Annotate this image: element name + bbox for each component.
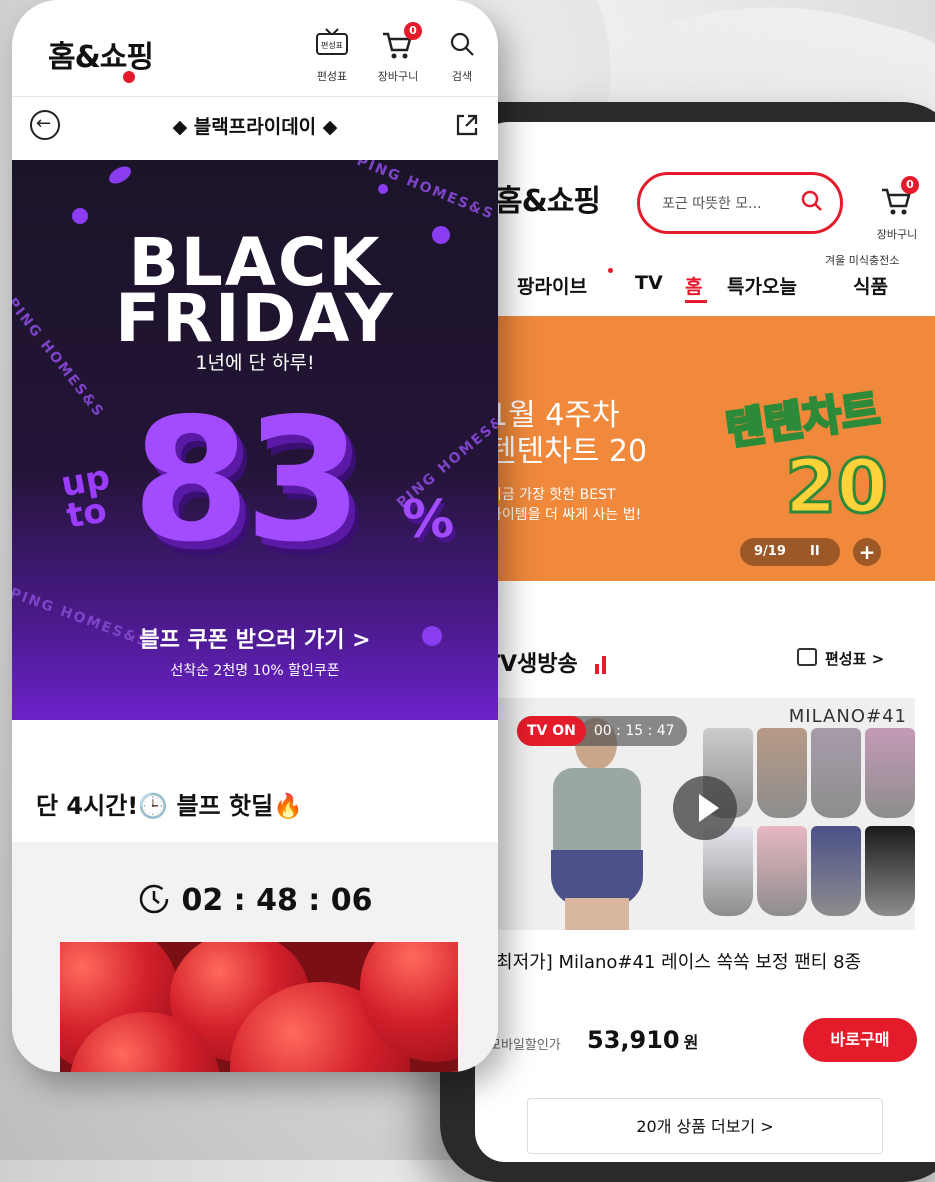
banner-artwork: 텐텐차트 20 (721, 383, 915, 536)
category-nav: 겨울 미식충전소 표 팡라이브 TV 홈 특가오늘 식품 (475, 252, 935, 312)
buy-now-button[interactable]: 바로구매 (803, 1018, 917, 1062)
new-dot (608, 268, 613, 273)
play-icon[interactable] (673, 776, 737, 840)
price-value: 53,910 (587, 1026, 680, 1054)
nav-item-tv[interactable]: TV (635, 272, 663, 294)
app-header: 홈&쇼핑 포근 따뜻한 모... 0 장바구니 (475, 142, 935, 252)
logo-text: 홈&쇼핑 (48, 40, 154, 75)
plus-icon[interactable]: + (853, 538, 881, 566)
price-label: 모바일할인가 (489, 1038, 561, 1053)
tv-on-badge: TV ON (517, 716, 586, 746)
product-brand: MILANO#41 (788, 706, 907, 727)
left-phone-screen: 홈&쇼핑 편성표 편성표 0 장바구니 검색 ◆ 블랙프라이데이 ◆ (12, 0, 498, 1072)
cart-badge: 0 (901, 176, 919, 194)
hotdeal-title: 단 4시간!🕒 블프 핫딜🔥 (36, 792, 304, 820)
mannequin (757, 728, 807, 818)
cart-label: 장바구니 (377, 70, 419, 83)
product-price: 53,910 원 (587, 1026, 698, 1054)
live-section-title: TV생방송 (485, 652, 578, 677)
tv-schedule-label: 편성표 (316, 70, 348, 83)
hero-percent: % (402, 490, 455, 550)
page-title: ◆ 블랙프라이데이 ◆ (172, 116, 338, 138)
mannequin (811, 728, 861, 818)
app-logo[interactable]: 홈&쇼핑 (495, 176, 601, 220)
mannequin (757, 826, 807, 916)
share-icon[interactable] (454, 112, 480, 138)
timer-value: 02 : 48 : 06 (181, 883, 373, 918)
coupon-sub: 선착순 2천명 10% 할인쿠폰 (170, 663, 340, 679)
hero-up-to: up to (58, 457, 113, 537)
tv-icon-text: 편성표 (321, 40, 343, 50)
black-friday-hero[interactable]: PING HOMES&S PING HOMES&S PING HOMES&S P… (12, 160, 498, 720)
hero-subtitle: 1년에 단 하루! (195, 352, 315, 374)
banner-title-line2: 텐텐차트 20 (489, 434, 648, 469)
live-time: 00 : 15 : 47 (593, 723, 675, 739)
calendar-icon (797, 648, 817, 666)
hero-friday: FRIDAY (115, 280, 395, 357)
nav-item-live[interactable]: 팡라이브 (517, 272, 587, 299)
coupon-cta[interactable]: 블프 쿠폰 받으러 가기 > (12, 622, 498, 654)
nav-hint: 겨울 미식충전소 (825, 254, 900, 267)
live-bars-icon (595, 654, 615, 674)
more-products-button[interactable]: 20개 상품 더보기 > (527, 1098, 883, 1154)
logo-text: 홈&쇼핑 (495, 184, 601, 219)
nav-item-home[interactable]: 홈 (685, 272, 702, 299)
active-tab-indicator (685, 300, 707, 303)
nav-item-deals[interactable]: 특가오늘 (727, 272, 797, 299)
nav-item-food[interactable]: 식품 (853, 272, 888, 299)
search-label: 검색 (451, 70, 473, 83)
cart-badge: 0 (404, 22, 422, 40)
pause-icon[interactable]: II (810, 538, 820, 566)
header-divider (12, 96, 498, 97)
mannequin (811, 826, 861, 916)
banner-art-number: 20 (784, 443, 890, 532)
app-logo[interactable]: 홈&쇼핑 (48, 32, 165, 83)
banner-pager[interactable]: 9/19 II (740, 538, 840, 566)
banner-sub-line2: 아이템을 더 싸게 사는 법! (489, 507, 642, 523)
live-status: TV ON 00 : 15 : 47 (517, 716, 687, 746)
cart-label: 장바구니 (876, 228, 918, 241)
live-video-player[interactable]: MILANO#41 TV ON 00 : 15 : 47 (485, 698, 915, 930)
deco-ball (378, 184, 388, 194)
cart-button[interactable]: 0 장바구니 (867, 174, 927, 244)
product-image-apples[interactable] (60, 942, 458, 1072)
model-image (525, 718, 665, 930)
product-title[interactable]: [최저가] Milano#41 레이스 쏙쏙 보정 팬티 8종 (489, 948, 919, 978)
search-placeholder: 포근 따뜻한 모... (662, 196, 762, 212)
search-bar[interactable]: 포근 따뜻한 모... (637, 172, 843, 234)
countdown-timer: 02 : 48 : 06 (12, 882, 498, 918)
search-icon[interactable] (800, 189, 824, 213)
ribbon-text: PING HOMES&S (354, 160, 497, 223)
clock-icon (140, 884, 169, 914)
search-icon (450, 32, 474, 56)
mannequin (865, 728, 915, 818)
right-phone-screen: 홈&쇼핑 포근 따뜻한 모... 0 장바구니 겨울 미식충전소 표 팡라이브 (475, 122, 935, 1162)
promo-banner[interactable]: 1월 4주차 텐텐차트 20 지금 가장 핫한 BEST 아이템을 더 싸게 사… (475, 316, 935, 581)
price-unit: 원 (683, 1033, 699, 1052)
tv-schedule-icon: 편성표 (316, 28, 348, 55)
deco-ball (106, 162, 134, 188)
banner-sub-line1: 지금 가장 핫한 BEST (489, 487, 616, 503)
pager-count: 9/19 (754, 544, 786, 559)
mannequin (865, 826, 915, 916)
schedule-link[interactable]: 편성표 > (825, 648, 884, 669)
deco-ball (72, 208, 88, 224)
hero-discount: 83 (132, 382, 363, 580)
